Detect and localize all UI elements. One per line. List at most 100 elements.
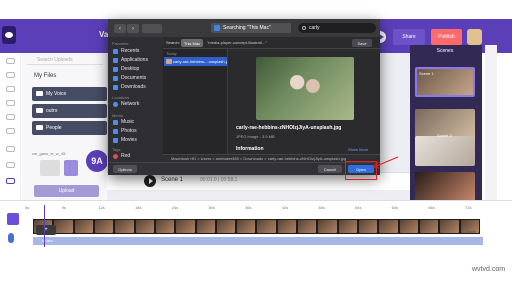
project-title[interactable]: Va	[99, 30, 108, 39]
scene-play-button[interactable]	[144, 175, 156, 187]
timeline-tick-label: 48s	[318, 205, 325, 210]
timeline-tick-label: 30s	[208, 205, 215, 210]
audio-track[interactable]	[33, 237, 483, 245]
video-frame-thumbnail	[94, 220, 114, 233]
timeline-ruler[interactable]: 0s 9s 12s 18s 24s 30s 36s 42s 48s 54s 60s 66s 72s	[25, 205, 485, 213]
video-frame-thumbnail	[257, 220, 276, 233]
watermark: wvtvd.com	[472, 266, 506, 273]
shape-tool-icon[interactable]	[6, 100, 15, 106]
brand-logo: 9A	[86, 150, 108, 172]
timeline-tick-label: 72s	[465, 205, 472, 210]
timeline-playhead[interactable]	[44, 205, 45, 247]
information-heading: Information	[236, 146, 264, 152]
scenes-title: Scenes	[436, 48, 454, 54]
microphone-icon[interactable]	[8, 233, 14, 243]
zoom-control[interactable]: Zoom	[466, 229, 476, 234]
video-frame-thumbnail	[74, 220, 93, 233]
sidebar-item-label: Movies	[121, 137, 137, 143]
timeline-tick-label: 18s	[135, 205, 142, 210]
character-tool-icon[interactable]	[6, 72, 15, 78]
timeline-tick-label: 0s	[25, 205, 30, 210]
sidebar-item-red-tag[interactable]: Red	[113, 153, 161, 159]
sidebar-section-favorites: Favorites	[112, 41, 129, 46]
uploaded-file-thumbnail[interactable]	[64, 160, 78, 176]
video-tool-icon[interactable]	[6, 128, 15, 134]
sidebar-section-media: Media	[112, 113, 123, 118]
folder-item[interactable]: My Voice	[32, 87, 107, 101]
timeline-tick-label: 42s	[281, 205, 289, 210]
add-scene-button[interactable]: +	[36, 225, 56, 235]
sidebar-section-tags: Tags	[112, 147, 121, 152]
image-file-icon	[166, 59, 172, 64]
timeline-tick-label: 9s	[61, 205, 66, 210]
uploaded-file-thumbnail[interactable]	[40, 160, 60, 176]
cancel-button[interactable]: Cancel	[318, 165, 342, 173]
video-track[interactable]	[33, 219, 480, 234]
scope-this-mac-button[interactable]: This Mac	[181, 39, 203, 47]
sidebar-item-recents[interactable]: Recents	[113, 48, 161, 54]
share-button[interactable]: Share	[393, 29, 425, 45]
dialog-search-input[interactable]: carly	[298, 23, 376, 33]
publish-button[interactable]: Publish	[431, 29, 462, 45]
scene-thumbnail[interactable]	[415, 172, 475, 202]
scene-thumbnail[interactable]	[415, 136, 475, 166]
search-icon	[302, 26, 306, 30]
location-popup[interactable]: Searching "This Mac"	[211, 23, 291, 33]
video-frame-thumbnail	[440, 220, 459, 233]
search-uploads-input[interactable]: Search Uploads	[27, 55, 103, 65]
play-icon	[148, 178, 153, 184]
video-frame-thumbnail	[155, 220, 175, 233]
folder-item[interactable]: People	[32, 121, 107, 135]
photos-icon	[113, 128, 118, 134]
sidebar-item-network[interactable]: Network	[113, 101, 161, 107]
uploads-tool-icon[interactable]	[6, 178, 15, 184]
sidebar-item-applications[interactable]: Applications	[113, 57, 161, 63]
sidebar-item-label: Documents	[121, 75, 147, 81]
video-frame-thumbnail	[419, 220, 439, 233]
upload-button[interactable]: Upload	[34, 185, 99, 197]
app-logo-icon[interactable]	[2, 26, 16, 44]
scene-label: Scene 3	[437, 133, 452, 138]
list-item[interactable]: carly-rae-hebbins-...unsplash.jpg	[164, 57, 227, 66]
options-button[interactable]: Options	[113, 165, 137, 173]
save-search-button[interactable]: Save	[352, 39, 372, 47]
video-frame-thumbnail	[338, 220, 357, 233]
sidebar-item-label: Network	[121, 101, 140, 107]
timeline-tick-label: 36s	[245, 205, 252, 210]
movies-icon	[113, 137, 118, 143]
desktop-icon	[113, 66, 118, 72]
document-icon	[113, 75, 118, 81]
upload-tool-icon[interactable]	[6, 58, 15, 64]
view-mode-toggle[interactable]	[142, 24, 162, 33]
scene-label: Scene 1	[419, 71, 434, 76]
scope-folder-button[interactable]: "media-player-concept-illustrati..."	[207, 40, 267, 45]
preview-file-kind: JPEG image - 3.5 MB	[236, 134, 275, 139]
timeline-tick-label: 12s	[98, 205, 105, 210]
sidebar-item-photos[interactable]: Photos	[113, 128, 161, 134]
chevron-right-icon[interactable]: ›	[127, 24, 139, 33]
image-tool-icon[interactable]	[6, 114, 15, 120]
music-icon	[113, 119, 118, 125]
effects-tool-icon[interactable]	[6, 162, 15, 168]
folder-item[interactable]: outro	[32, 104, 107, 118]
sidebar-item-label: Photos	[121, 128, 137, 134]
timeline-logo-icon	[7, 213, 19, 225]
network-icon	[113, 101, 118, 107]
sidebar-item-downloads[interactable]: Downloads	[113, 84, 161, 90]
sidebar-item-documents[interactable]: Documents	[113, 75, 161, 81]
sidebar-item-label: Red	[121, 153, 131, 159]
sidebar-item-movies[interactable]: Movies	[113, 137, 161, 143]
results-group-heading: Today	[166, 51, 177, 56]
text-tool-icon[interactable]	[6, 86, 15, 92]
avatar[interactable]	[467, 29, 482, 45]
video-frame-thumbnail	[359, 220, 378, 233]
chevron-left-icon[interactable]: ‹	[114, 24, 126, 33]
sidebar-item-label: Downloads	[121, 84, 146, 90]
video-frame-thumbnail	[237, 220, 256, 233]
uploaded-file-name: cm_gaus_ie_w_45	[32, 151, 66, 156]
scenes-scrollbar[interactable]	[485, 45, 497, 203]
sidebar-item-music[interactable]: Music	[113, 119, 161, 125]
music-tool-icon[interactable]	[6, 146, 15, 152]
sidebar-item-desktop[interactable]: Desktop	[113, 66, 161, 72]
show-more-link[interactable]: Show More	[348, 147, 368, 152]
